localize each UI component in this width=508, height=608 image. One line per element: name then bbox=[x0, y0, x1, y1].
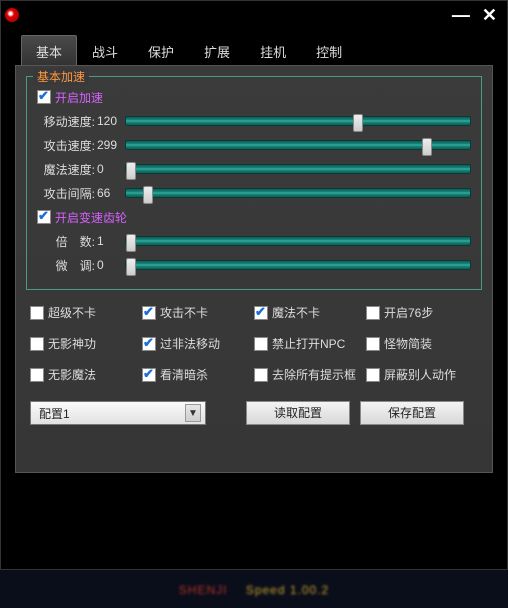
tab-3[interactable]: 扩展 bbox=[189, 35, 245, 65]
gear-slider-value-1: 0 bbox=[97, 258, 125, 272]
option-label-2: 魔法不卡 bbox=[272, 304, 320, 321]
option-label-9: 看清暗杀 bbox=[160, 366, 208, 383]
gear-slider-label-0: 倍 数: bbox=[37, 233, 97, 250]
option-checkbox-9[interactable] bbox=[142, 368, 156, 382]
option-label-10: 去除所有提示框 bbox=[272, 366, 356, 383]
minimize-button[interactable]: — bbox=[452, 8, 470, 22]
tab-1[interactable]: 战斗 bbox=[77, 35, 133, 65]
speed-slider-label-2: 魔法速度: bbox=[37, 161, 97, 178]
speed-slider-value-3: 66 bbox=[97, 186, 125, 200]
option-label-1: 攻击不卡 bbox=[160, 304, 208, 321]
speed-group-legend: 基本加速 bbox=[33, 68, 89, 85]
tab-bar: 基本战斗保护扩展挂机控制 bbox=[1, 29, 507, 65]
option-checkbox-1[interactable] bbox=[142, 306, 156, 320]
speed-slider-slider-2[interactable] bbox=[125, 161, 471, 177]
option-11[interactable]: 屏蔽别人动作 bbox=[366, 366, 478, 383]
tab-4[interactable]: 挂机 bbox=[245, 35, 301, 65]
option-checkbox-4[interactable] bbox=[30, 337, 44, 351]
option-checkbox-7[interactable] bbox=[366, 337, 380, 351]
gear-slider-label-1: 微 调: bbox=[37, 257, 97, 274]
tab-0[interactable]: 基本 bbox=[21, 35, 77, 65]
footer: SHENJI Speed 1.00.2 bbox=[0, 572, 508, 608]
option-checkbox-0[interactable] bbox=[30, 306, 44, 320]
gear-slider-slider-0[interactable] bbox=[125, 233, 471, 249]
enable-speed-label: 开启加速 bbox=[55, 89, 103, 106]
options-grid: 超级不卡 攻击不卡 魔法不卡 开启76步无影神功 过非法移动 禁止打开NPC 怪物简装无影魔… bbox=[26, 302, 482, 385]
option-checkbox-6[interactable] bbox=[254, 337, 268, 351]
footer-text-b: Speed 1.00.2 bbox=[246, 583, 329, 597]
chevron-down-icon: ▼ bbox=[185, 404, 201, 422]
speed-slider-label-3: 攻击间隔: bbox=[37, 185, 97, 202]
option-label-8: 无影魔法 bbox=[48, 366, 96, 383]
option-checkbox-2[interactable] bbox=[254, 306, 268, 320]
option-label-4: 无影神功 bbox=[48, 335, 96, 352]
save-config-button[interactable]: 保存配置 bbox=[360, 401, 464, 425]
load-config-button[interactable]: 读取配置 bbox=[246, 401, 350, 425]
titlebar: — ✕ bbox=[1, 1, 507, 29]
option-label-11: 屏蔽别人动作 bbox=[384, 366, 456, 383]
option-9[interactable]: 看清暗杀 bbox=[142, 366, 254, 383]
speed-slider-value-2: 0 bbox=[97, 162, 125, 176]
close-button[interactable]: ✕ bbox=[482, 8, 497, 22]
tab-2[interactable]: 保护 bbox=[133, 35, 189, 65]
speed-group: 基本加速 开启加速 移动速度:120攻击速度:299魔法速度:0攻击间隔:66 … bbox=[26, 76, 482, 290]
option-10[interactable]: 去除所有提示框 bbox=[254, 366, 366, 383]
option-6[interactable]: 禁止打开NPC bbox=[254, 335, 366, 352]
app-icon bbox=[5, 8, 19, 22]
tab-5[interactable]: 控制 bbox=[301, 35, 357, 65]
option-label-0: 超级不卡 bbox=[48, 304, 96, 321]
option-0[interactable]: 超级不卡 bbox=[30, 304, 142, 321]
config-combo-value: 配置1 bbox=[39, 405, 70, 422]
option-8[interactable]: 无影魔法 bbox=[30, 366, 142, 383]
option-checkbox-10[interactable] bbox=[254, 368, 268, 382]
app-window: — ✕ 基本战斗保护扩展挂机控制 基本加速 开启加速 移动速度:120攻击速度:… bbox=[0, 0, 508, 570]
option-checkbox-3[interactable] bbox=[366, 306, 380, 320]
option-label-5: 过非法移动 bbox=[160, 335, 220, 352]
enable-gear-checkbox[interactable] bbox=[37, 210, 51, 224]
speed-slider-slider-1[interactable] bbox=[125, 137, 471, 153]
option-7[interactable]: 怪物简装 bbox=[366, 335, 478, 352]
gear-slider-value-0: 1 bbox=[97, 234, 125, 248]
speed-slider-value-1: 299 bbox=[97, 138, 125, 152]
option-3[interactable]: 开启76步 bbox=[366, 304, 478, 321]
speed-slider-label-0: 移动速度: bbox=[37, 113, 97, 130]
option-2[interactable]: 魔法不卡 bbox=[254, 304, 366, 321]
enable-speed-checkbox[interactable] bbox=[37, 90, 51, 104]
footer-text-a: SHENJI bbox=[179, 583, 228, 597]
enable-gear-label: 开启变速齿轮 bbox=[55, 209, 127, 226]
speed-slider-slider-3[interactable] bbox=[125, 185, 471, 201]
gear-slider-slider-1[interactable] bbox=[125, 257, 471, 273]
option-checkbox-8[interactable] bbox=[30, 368, 44, 382]
config-combo[interactable]: 配置1 ▼ bbox=[30, 401, 206, 425]
option-1[interactable]: 攻击不卡 bbox=[142, 304, 254, 321]
option-label-3: 开启76步 bbox=[384, 304, 433, 321]
option-label-7: 怪物简装 bbox=[384, 335, 432, 352]
option-4[interactable]: 无影神功 bbox=[30, 335, 142, 352]
speed-slider-slider-0[interactable] bbox=[125, 113, 471, 129]
option-checkbox-11[interactable] bbox=[366, 368, 380, 382]
bottom-bar: 配置1 ▼ 读取配置 保存配置 bbox=[26, 401, 482, 425]
speed-slider-value-0: 120 bbox=[97, 114, 125, 128]
option-checkbox-5[interactable] bbox=[142, 337, 156, 351]
speed-slider-label-1: 攻击速度: bbox=[37, 137, 97, 154]
option-label-6: 禁止打开NPC bbox=[272, 335, 345, 352]
option-5[interactable]: 过非法移动 bbox=[142, 335, 254, 352]
main-panel: 基本加速 开启加速 移动速度:120攻击速度:299魔法速度:0攻击间隔:66 … bbox=[15, 65, 493, 473]
